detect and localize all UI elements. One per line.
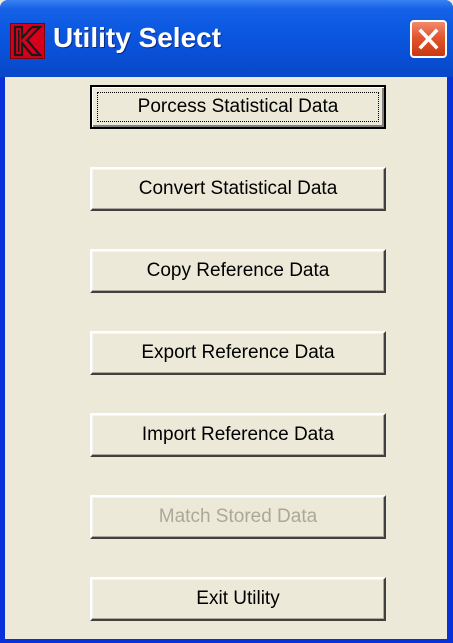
import-reference-data-button[interactable]: Import Reference Data <box>90 413 386 457</box>
convert-statistical-data-button[interactable]: Convert Statistical Data <box>90 167 386 211</box>
close-button[interactable] <box>410 20 447 58</box>
button-label: Exit Utility <box>196 588 280 609</box>
window-title: Utility Select <box>53 22 222 53</box>
button-label: Export Reference Data <box>141 342 335 363</box>
button-label: Convert Statistical Data <box>138 178 338 199</box>
button-label: Import Reference Data <box>141 424 335 445</box>
button-label: Copy Reference Data <box>146 260 330 281</box>
button-label: Match Stored Data <box>158 506 318 527</box>
close-icon <box>418 28 439 50</box>
match-stored-data-button: Match Stored Data <box>90 495 386 539</box>
copy-reference-data-button[interactable]: Copy Reference Data <box>90 249 386 293</box>
export-reference-data-button[interactable]: Export Reference Data <box>90 331 386 375</box>
exit-utility-button[interactable]: Exit Utility <box>90 577 386 621</box>
process-statistical-data-button[interactable]: Porcess Statistical Data <box>90 85 386 129</box>
button-label: Porcess Statistical Data <box>137 96 339 117</box>
k-logo-icon <box>10 23 45 59</box>
title-bar[interactable]: Utility Select <box>0 0 453 77</box>
dialog-client-area: Porcess Statistical Data Convert Statist… <box>5 77 447 639</box>
utility-select-window: Utility Select Porcess Statistical Data … <box>0 0 453 643</box>
